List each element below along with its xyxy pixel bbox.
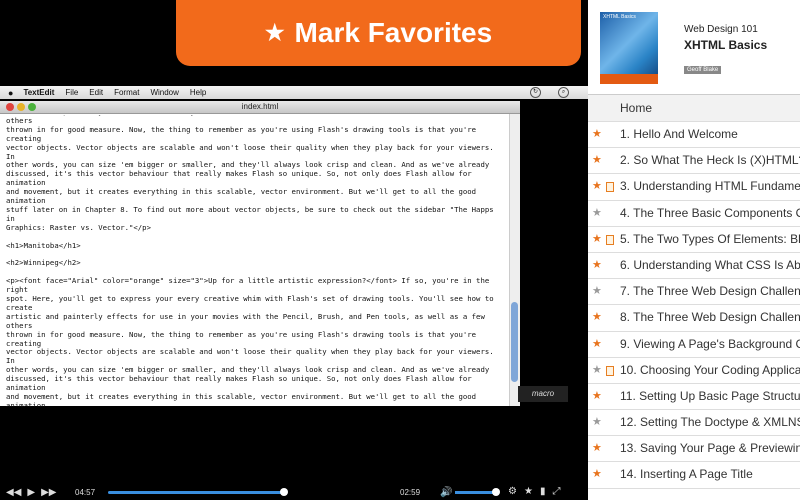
fast-forward-icon[interactable]: ▶▶	[41, 487, 56, 498]
course-header: XHTML Basics Web Design 101 XHTML Basics…	[588, 0, 800, 95]
unfavorite-star-icon[interactable]: ★	[592, 201, 602, 226]
html-source-text: artistic and painterly effects for use i…	[6, 115, 494, 407]
favorite-star-icon[interactable]: ★	[592, 332, 602, 357]
lesson-label: 9. Viewing A Page's Background Code	[620, 336, 800, 351]
video-area[interactable]: ● TextEdit File Edit Format Window Help …	[0, 0, 588, 500]
minimize-icon[interactable]	[17, 103, 25, 111]
player-controls: ◀◀ ▶ ▶▶ 04:57 02:59 🔊 ⚙ ★ ▮ ⤢	[0, 484, 588, 500]
lesson-list: ★ 1. Hello And Welcome ★ 2. So What The Hec…	[588, 122, 800, 489]
textedit-window: index.html artistic and painterly effect…	[0, 101, 520, 407]
favorite-star-icon[interactable]: ★	[592, 174, 602, 199]
favorite-star-icon[interactable]: ★	[592, 253, 602, 278]
menu-format[interactable]: Format	[114, 88, 139, 97]
lesson-label: 2. So What The Heck Is (X)HTML?	[620, 153, 800, 168]
vertical-scrollbar[interactable]	[509, 114, 520, 406]
lesson-label: 3. Understanding HTML Fundamentals	[620, 179, 800, 194]
lesson-item[interactable]: ★ 2. So What The Heck Is (X)HTML?	[588, 148, 800, 175]
lesson-label: 10. Choosing Your Coding Application	[620, 362, 800, 377]
play-icon[interactable]: ▶	[27, 487, 35, 498]
lesson-item[interactable]: ★ 4. The Three Basic Components Of	[588, 201, 800, 227]
unfavorite-star-icon[interactable]: ★	[592, 279, 602, 304]
search-icon[interactable]: ⌕	[558, 87, 569, 98]
close-icon[interactable]	[6, 103, 14, 111]
course-panel: XHTML Basics Web Design 101 XHTML Basics…	[588, 0, 800, 500]
banner-label: Mark Favorites	[294, 17, 493, 48]
lesson-label: 12. Setting The Doctype & XMLNS	[620, 415, 800, 430]
favorite-star-icon[interactable]: ★	[592, 384, 602, 409]
home-row[interactable]: Home	[588, 95, 800, 122]
lesson-label: 6. Understanding What CSS Is About	[620, 257, 800, 272]
document-text-area[interactable]: artistic and painterly effects for use i…	[6, 115, 506, 407]
menu-help[interactable]: Help	[190, 88, 206, 97]
lesson-label: 7. The Three Web Design Challenges	[620, 284, 800, 299]
zoom-icon[interactable]	[28, 103, 36, 111]
volume-icon[interactable]: 🔊	[440, 487, 452, 498]
cover-title: XHTML Basics	[603, 14, 636, 20]
lesson-item[interactable]: ★ 12. Setting The Doctype & XMLNS	[588, 410, 800, 437]
note-icon	[606, 182, 614, 193]
remaining-time: 02:59	[400, 488, 421, 497]
menu-window[interactable]: Window	[150, 88, 178, 97]
lesson-item[interactable]: ★ 3. Understanding HTML Fundamentals	[588, 174, 800, 201]
mac-menubar: ● TextEdit File Edit Format Window Help …	[0, 86, 588, 99]
lesson-item[interactable]: ★ 1. Hello And Welcome	[588, 122, 800, 149]
volume-knob[interactable]	[491, 488, 500, 496]
favorite-star-icon[interactable]: ★	[592, 436, 602, 461]
favorite-star-icon[interactable]: ★	[524, 486, 533, 497]
lesson-item[interactable]: ★ 6. Understanding What CSS Is About	[588, 253, 800, 280]
lesson-label: 13. Saving Your Page & Previewing	[620, 441, 800, 456]
lesson-label: 8. The Three Web Design Challenges	[620, 310, 800, 325]
unfavorite-star-icon[interactable]: ★	[592, 358, 602, 383]
course-title: XHTML Basics	[684, 38, 768, 52]
lesson-item[interactable]: ★ 5. The Two Types Of Elements: Block	[588, 227, 800, 253]
elapsed-time: 04:57	[75, 488, 96, 497]
course-cover-image: XHTML Basics	[600, 12, 658, 84]
rewind-icon[interactable]: ◀◀	[6, 487, 21, 498]
lesson-label: 5. The Two Types Of Elements: Block	[620, 231, 800, 246]
lesson-label: 1. Hello And Welcome	[620, 127, 738, 141]
mark-favorites-banner: ★ Mark Favorites	[176, 0, 581, 66]
favorite-star-icon[interactable]: ★	[592, 122, 602, 147]
course-author: Geoff Blake	[684, 66, 722, 74]
gear-icon[interactable]: ⚙	[508, 486, 517, 497]
course-subtitle: Web Design 101	[684, 24, 758, 35]
favorite-star-icon[interactable]: ★	[592, 305, 602, 330]
window-titlebar: index.html	[0, 101, 520, 114]
lesson-item[interactable]: ★ 11. Setting Up Basic Page Structure	[588, 384, 800, 411]
menu-edit[interactable]: Edit	[89, 88, 103, 97]
lesson-item[interactable]: ★ 7. The Three Web Design Challenges	[588, 279, 800, 306]
sync-icon[interactable]: ↻	[530, 87, 541, 98]
lesson-label: 14. Inserting A Page Title	[620, 467, 753, 482]
favorite-star-icon[interactable]: ★	[592, 148, 602, 173]
scroll-thumb[interactable]	[511, 302, 518, 382]
lesson-item[interactable]: ★ 13. Saving Your Page & Previewing	[588, 436, 800, 463]
lesson-item[interactable]: ★ 9. Viewing A Page's Background Code	[588, 332, 800, 358]
progress-knob[interactable]	[279, 488, 288, 496]
bookmark-icon[interactable]: ▮	[540, 486, 546, 497]
note-icon	[606, 234, 614, 245]
favorite-star-icon[interactable]: ★	[592, 227, 602, 252]
menu-textedit[interactable]: TextEdit	[23, 88, 54, 97]
lesson-item[interactable]: ★ 10. Choosing Your Coding Application	[588, 358, 800, 384]
progress-bar[interactable]	[108, 491, 284, 494]
macro-logo: macro	[518, 386, 568, 402]
lesson-item[interactable]: ★ 14. Inserting A Page Title	[588, 462, 800, 489]
apple-icon[interactable]: ●	[8, 88, 13, 98]
document-title: index.html	[241, 102, 279, 111]
fullscreen-icon[interactable]: ⤢	[552, 486, 560, 497]
menu-file[interactable]: File	[65, 88, 78, 97]
unfavorite-star-icon[interactable]: ★	[592, 410, 602, 435]
lesson-label: 4. The Three Basic Components Of	[620, 205, 800, 220]
favorite-star-icon[interactable]: ★	[592, 462, 602, 487]
volume-slider[interactable]	[455, 491, 496, 494]
note-icon	[606, 365, 614, 376]
lesson-label: 11. Setting Up Basic Page Structure	[620, 388, 800, 403]
lesson-item[interactable]: ★ 8. The Three Web Design Challenges	[588, 305, 800, 332]
star-icon: ★	[264, 20, 285, 45]
